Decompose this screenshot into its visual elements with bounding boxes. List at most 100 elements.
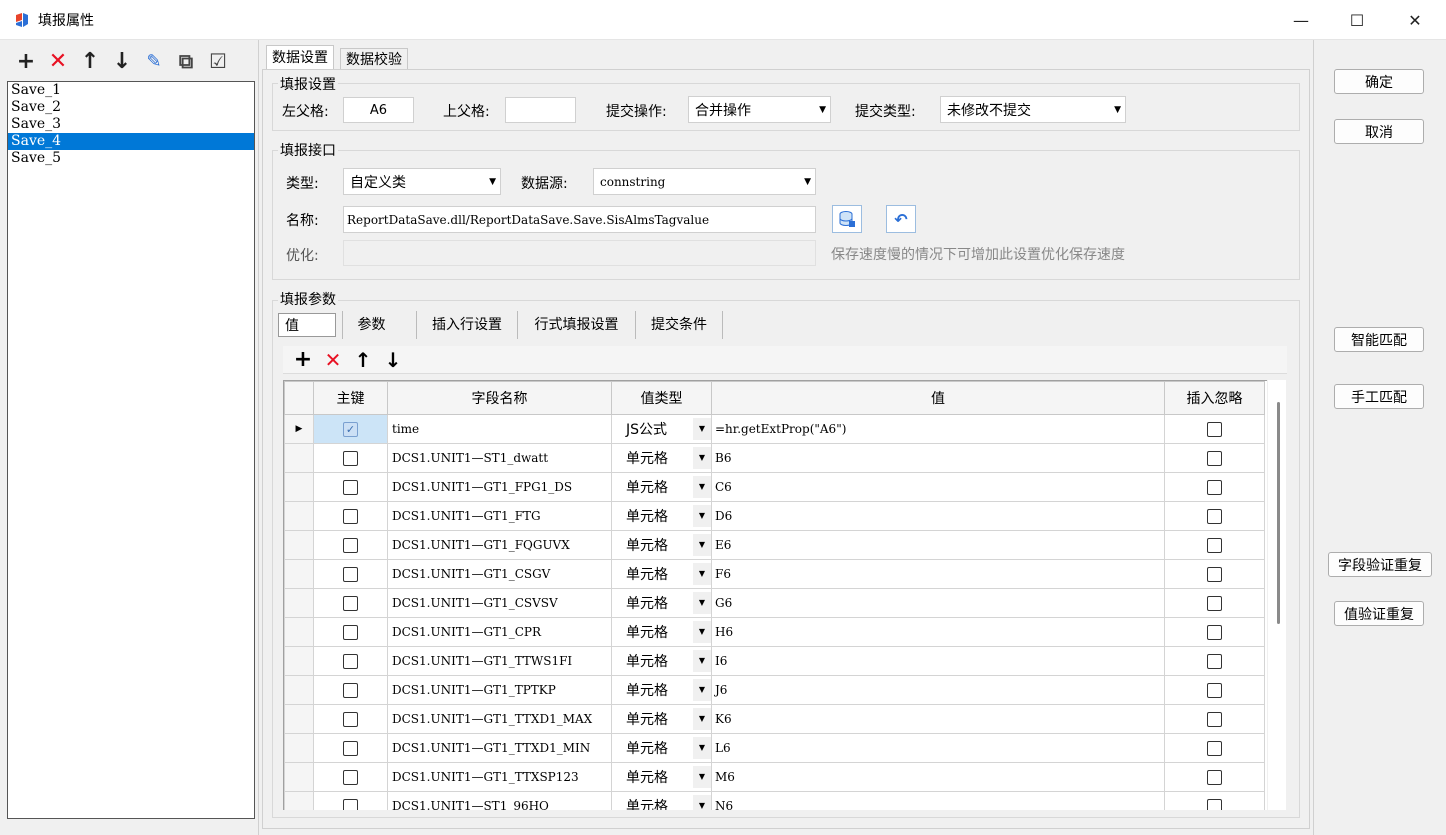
value-cell[interactable]: H6 bbox=[711, 617, 1165, 647]
key-checkbox[interactable] bbox=[343, 682, 358, 698]
move-row-down-icon[interactable]: ↓ bbox=[381, 348, 405, 372]
delete-row-icon[interactable]: ✕ bbox=[321, 348, 345, 372]
key-checkbox[interactable] bbox=[343, 508, 358, 524]
key-cell[interactable] bbox=[313, 588, 388, 618]
col-header-type[interactable]: 值类型 bbox=[611, 381, 712, 415]
ignore-checkbox[interactable] bbox=[1207, 624, 1222, 640]
field-name-cell[interactable]: DCS1.UNIT1—ST1_96HQ bbox=[387, 791, 612, 810]
manual-match-button[interactable]: 手工匹配 bbox=[1334, 384, 1424, 409]
field-name-cell[interactable]: DCS1.UNIT1—GT1_TTWS1FI bbox=[387, 646, 612, 676]
ok-button[interactable]: 确定 bbox=[1334, 69, 1424, 94]
value-cell[interactable]: J6 bbox=[711, 675, 1165, 705]
value-cell[interactable]: =hr.getExtProp("A6") bbox=[711, 414, 1165, 444]
save-list[interactable]: Save_1 Save_2 Save_3 Save_4 Save_5 bbox=[7, 81, 255, 819]
key-checkbox[interactable] bbox=[343, 740, 358, 756]
table-row[interactable]: DCS1.UNIT1—GT1_TPTKP 单元格 ▼ J6 bbox=[284, 675, 1265, 705]
move-row-up-icon[interactable]: ↑ bbox=[351, 348, 375, 372]
subtab-row-fill[interactable]: 行式填报设置 bbox=[517, 311, 635, 339]
chevron-down-icon[interactable]: ▼ bbox=[693, 708, 711, 730]
save-item-3[interactable]: Save_3 bbox=[8, 116, 254, 133]
ignore-cell[interactable] bbox=[1164, 472, 1265, 502]
minimize-button[interactable]: — bbox=[1272, 0, 1330, 40]
chevron-down-icon[interactable]: ▼ bbox=[693, 418, 711, 440]
edit-icon[interactable]: ✎ bbox=[138, 47, 170, 75]
value-cell[interactable]: I6 bbox=[711, 646, 1165, 676]
table-row[interactable]: DCS1.UNIT1—GT1_FTG 单元格 ▼ D6 bbox=[284, 501, 1265, 531]
undo-icon[interactable]: ↶ bbox=[886, 205, 916, 233]
field-name-cell[interactable]: DCS1.UNIT1—GT1_TTXSP123 bbox=[387, 762, 612, 792]
ignore-cell[interactable] bbox=[1164, 762, 1265, 792]
value-type-cell[interactable]: 单元格 ▼ bbox=[611, 791, 712, 810]
ignore-cell[interactable] bbox=[1164, 501, 1265, 531]
maximize-button[interactable]: ☐ bbox=[1328, 0, 1386, 40]
save-item-2[interactable]: Save_2 bbox=[8, 99, 254, 116]
value-type-cell[interactable]: 单元格 ▼ bbox=[611, 472, 712, 502]
upper-parent-input[interactable] bbox=[505, 97, 576, 123]
add-row-icon[interactable]: + bbox=[291, 347, 315, 372]
ignore-cell[interactable] bbox=[1164, 791, 1265, 810]
row-header[interactable] bbox=[284, 646, 314, 676]
value-type-cell[interactable]: 单元格 ▼ bbox=[611, 443, 712, 473]
value-cell[interactable]: D6 bbox=[711, 501, 1165, 531]
key-checkbox[interactable] bbox=[343, 624, 358, 640]
ignore-cell[interactable] bbox=[1164, 733, 1265, 763]
value-type-cell[interactable]: 单元格 ▼ bbox=[611, 530, 712, 560]
submit-op-select[interactable]: 合并操作 ▼ bbox=[688, 96, 831, 123]
key-checkbox[interactable] bbox=[343, 653, 358, 669]
table-row[interactable]: DCS1.UNIT1—GT1_TTXD1_MIN 单元格 ▼ L6 bbox=[284, 733, 1265, 763]
save-item-1[interactable]: Save_1 bbox=[8, 82, 254, 99]
left-parent-input[interactable]: A6 bbox=[343, 97, 414, 123]
field-verify-dup-button[interactable]: 字段验证重复 bbox=[1328, 552, 1432, 577]
field-name-cell[interactable]: DCS1.UNIT1—ST1_dwatt bbox=[387, 443, 612, 473]
table-row[interactable]: DCS1.UNIT1—GT1_CSVSV 单元格 ▼ G6 bbox=[284, 588, 1265, 618]
value-type-cell[interactable]: 单元格 ▼ bbox=[611, 762, 712, 792]
table-row[interactable]: DCS1.UNIT1—GT1_FQGUVX 单元格 ▼ E6 bbox=[284, 530, 1265, 560]
save-item-4[interactable]: Save_4 bbox=[8, 133, 254, 150]
ignore-checkbox[interactable] bbox=[1207, 421, 1222, 437]
field-name-cell[interactable]: DCS1.UNIT1—GT1_TPTKP bbox=[387, 675, 612, 705]
table-row[interactable]: DCS1.UNIT1—GT1_TTWS1FI 单元格 ▼ I6 bbox=[284, 646, 1265, 676]
table-row[interactable]: DCS1.UNIT1—ST1_dwatt 单元格 ▼ B6 bbox=[284, 443, 1265, 473]
submit-type-select[interactable]: 未修改不提交 ▼ bbox=[940, 96, 1126, 123]
save-item-5[interactable]: Save_5 bbox=[8, 150, 254, 167]
table-row[interactable]: DCS1.UNIT1—GT1_CSGV 单元格 ▼ F6 bbox=[284, 559, 1265, 589]
key-cell[interactable] bbox=[313, 646, 388, 676]
key-checkbox[interactable]: ✓ bbox=[343, 421, 358, 437]
ignore-checkbox[interactable] bbox=[1207, 566, 1222, 582]
ignore-checkbox[interactable] bbox=[1207, 537, 1222, 553]
grid-scrollbar[interactable] bbox=[1268, 380, 1286, 810]
value-cell[interactable]: C6 bbox=[711, 472, 1165, 502]
chevron-down-icon[interactable]: ▼ bbox=[693, 766, 711, 788]
field-name-cell[interactable]: DCS1.UNIT1—GT1_CSGV bbox=[387, 559, 612, 589]
key-cell[interactable] bbox=[313, 617, 388, 647]
row-header[interactable] bbox=[284, 559, 314, 589]
key-cell[interactable] bbox=[313, 501, 388, 531]
row-header[interactable] bbox=[284, 588, 314, 618]
key-cell[interactable]: ✓ bbox=[313, 414, 388, 444]
chevron-down-icon[interactable]: ▼ bbox=[693, 505, 711, 527]
row-header[interactable] bbox=[284, 675, 314, 705]
row-header[interactable] bbox=[284, 733, 314, 763]
value-type-cell[interactable]: 单元格 ▼ bbox=[611, 617, 712, 647]
checklist-icon[interactable]: ☑ bbox=[202, 47, 234, 75]
key-checkbox[interactable] bbox=[343, 566, 358, 582]
close-button[interactable]: ✕ bbox=[1386, 0, 1444, 40]
key-cell[interactable] bbox=[313, 791, 388, 810]
ignore-checkbox[interactable] bbox=[1207, 798, 1222, 810]
field-name-cell[interactable]: DCS1.UNIT1—GT1_TTXD1_MIN bbox=[387, 733, 612, 763]
ignore-cell[interactable] bbox=[1164, 646, 1265, 676]
value-cell[interactable]: F6 bbox=[711, 559, 1165, 589]
table-row[interactable]: DCS1.UNIT1—GT1_FPG1_DS 单元格 ▼ C6 bbox=[284, 472, 1265, 502]
row-header[interactable] bbox=[284, 617, 314, 647]
ignore-checkbox[interactable] bbox=[1207, 595, 1222, 611]
key-cell[interactable] bbox=[313, 704, 388, 734]
value-type-cell[interactable]: 单元格 ▼ bbox=[611, 501, 712, 531]
col-header-key[interactable]: 主键 bbox=[313, 381, 388, 415]
key-checkbox[interactable] bbox=[343, 479, 358, 495]
key-cell[interactable] bbox=[313, 675, 388, 705]
chevron-down-icon[interactable]: ▼ bbox=[693, 563, 711, 585]
row-header[interactable] bbox=[284, 791, 314, 810]
chevron-down-icon[interactable]: ▼ bbox=[693, 650, 711, 672]
key-checkbox[interactable] bbox=[343, 450, 358, 466]
params-grid[interactable]: 主键 字段名称 值类型 值 插入忽略 ▶ ✓ time JS公式 ▼ =hr.getExt… bbox=[283, 380, 1267, 810]
